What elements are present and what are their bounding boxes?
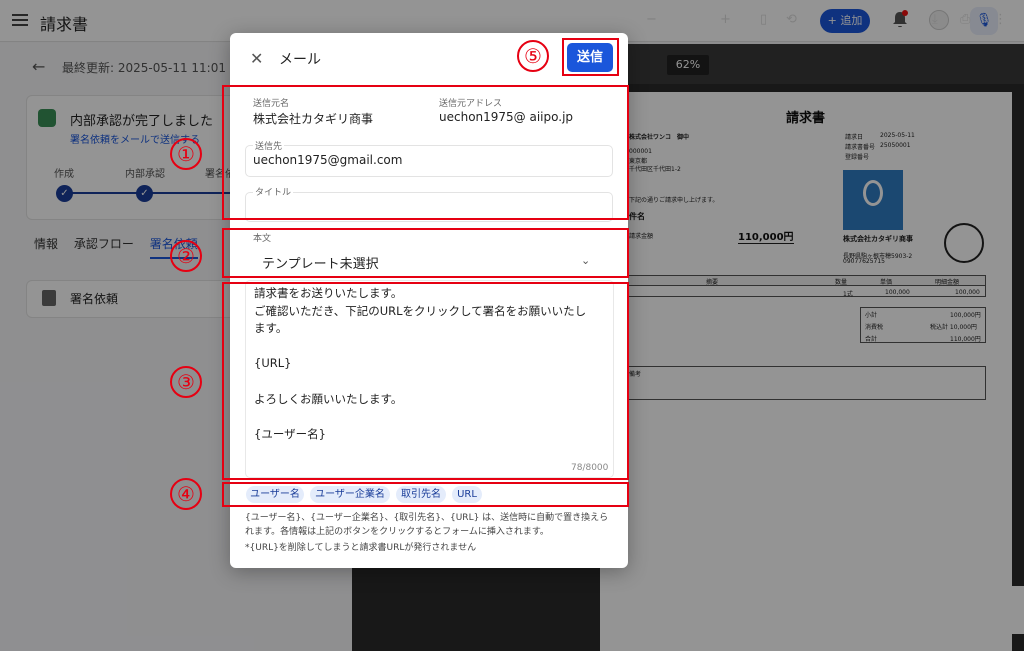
annotation-number-3: ③ <box>170 366 202 398</box>
help-note: *{URL}を削除してしまうと請求書URLが発行されません <box>245 543 477 553</box>
close-icon[interactable]: ✕ <box>250 49 263 68</box>
annotation-number-2: ② <box>170 240 202 272</box>
annotation-number-1: ① <box>170 138 202 170</box>
annotation-number-5: ⑤ <box>517 40 549 72</box>
help-note: {ユーザー名}、{ユーザー企業名}、{取引先名}、{URL} は、送信時に自動で… <box>245 513 609 523</box>
modal-title: メール <box>279 52 321 68</box>
annotation-box-4 <box>222 482 629 507</box>
annotation-box-3 <box>222 282 629 480</box>
help-note: れます。各情報は上記のボタンをクリックするとフォームに挿入されます。 <box>245 527 549 537</box>
annotation-box-5 <box>562 38 619 76</box>
annotation-box-1 <box>222 85 629 220</box>
annotation-number-4: ④ <box>170 478 202 510</box>
annotation-box-2 <box>222 228 629 278</box>
